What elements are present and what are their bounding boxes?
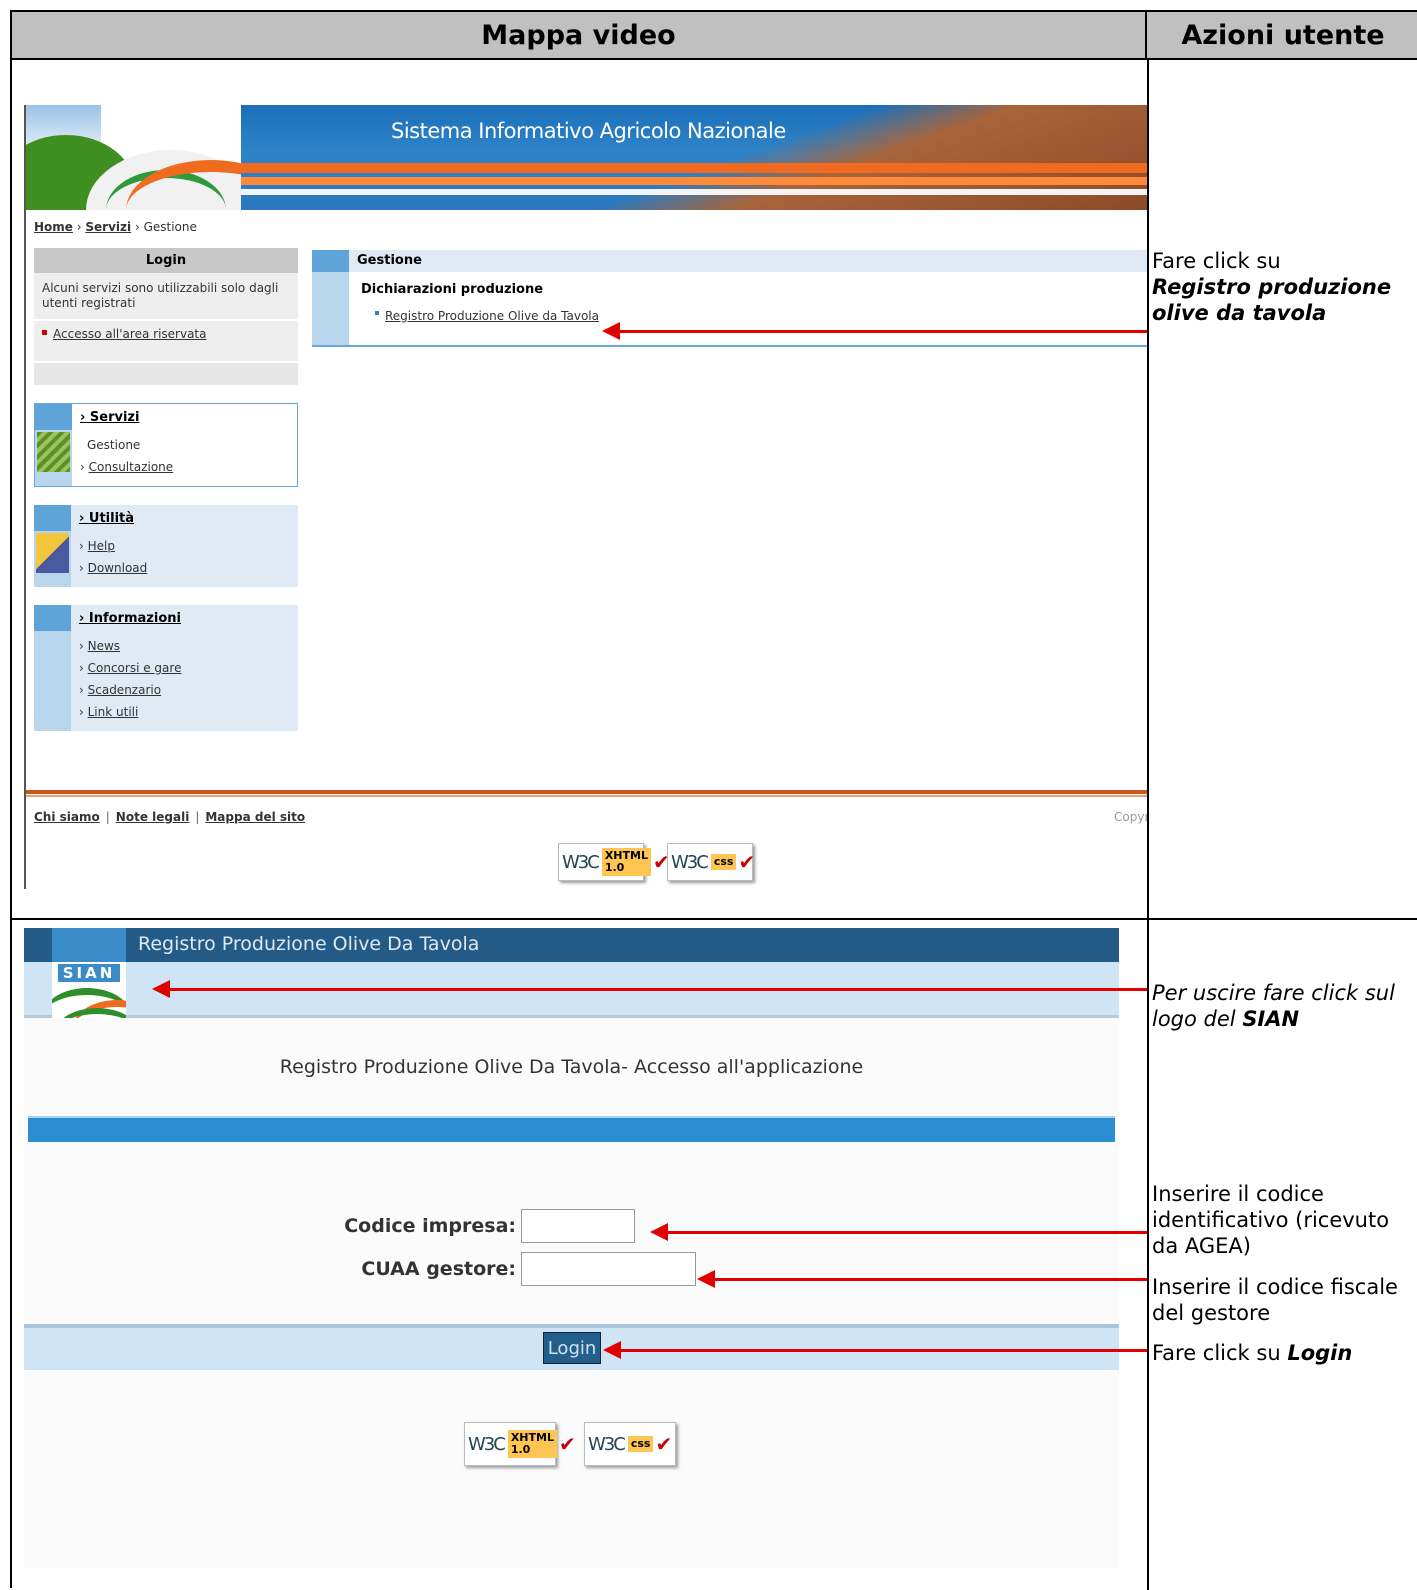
- bullet-icon: [42, 330, 47, 335]
- note-uscita: Per uscire fare click sul logo del SIAN: [1152, 981, 1395, 1031]
- codice-impresa-input[interactable]: [521, 1209, 635, 1243]
- codice-impresa-label: Codice impresa:: [344, 1215, 516, 1237]
- arrow-to-login-button: [603, 1341, 1147, 1359]
- arrow-to-registro-link: [602, 322, 1147, 340]
- note-codice-impresa: Inserire il codice identificativo (ricev…: [1152, 1182, 1390, 1258]
- menu-item-news[interactable]: › News: [79, 635, 181, 657]
- w3c-xhtml-badge[interactable]: W3C XHTML 1.0 ✔: [464, 1422, 576, 1466]
- login-button[interactable]: Login: [543, 1332, 601, 1364]
- breadcrumb: Home › Servizi › Gestione: [34, 220, 197, 234]
- login-box-link-row: Accesso all'area riservata: [34, 319, 298, 361]
- app-title-bar: Registro Produzione Olive Da Tavola: [24, 928, 1119, 962]
- arrow-to-codice-impresa: [650, 1223, 1147, 1241]
- cuaa-gestore-label: CUAA gestore:: [361, 1258, 516, 1280]
- check-icon: ✔: [558, 1432, 576, 1456]
- menu-item-concorsi[interactable]: › Concorsi e gare: [79, 657, 181, 679]
- sian-logo-text: SIAN: [129, 115, 248, 153]
- footer-note-legali[interactable]: Note legali: [116, 810, 190, 824]
- login-page-heading: Registro Produzione Olive Da Tavola- Acc…: [279, 1056, 864, 1078]
- sian-portal-screenshot: SIAN Sistema Informativo Agricolo Nazion…: [24, 105, 1147, 889]
- w3c-css-badge[interactable]: W3C css ✔: [584, 1422, 676, 1466]
- cuaa-gestore-input[interactable]: [521, 1252, 696, 1286]
- note-login: Fare click su Login: [1152, 1341, 1353, 1365]
- row-divider: [12, 918, 1417, 920]
- registro-olive-link[interactable]: Registro Produzione Olive da Tavola: [375, 309, 599, 323]
- footer-mappa-sito[interactable]: Mappa del sito: [205, 810, 305, 824]
- footer-links: Chi siamo | Note legali | Mappa del sito: [34, 810, 306, 824]
- breadcrumb-current: Gestione: [143, 220, 197, 234]
- menu-utilita: › Utilità › Help › Download: [34, 505, 298, 587]
- area-riservata-link[interactable]: Accesso all'area riservata: [53, 327, 206, 341]
- note-registro: Fare click su Registro produzione olive …: [1152, 249, 1392, 325]
- menu-item-help[interactable]: › Help: [79, 535, 147, 557]
- menu-item-gestione: Gestione: [87, 438, 141, 452]
- bullet-icon: [375, 311, 379, 315]
- menu-utilita-title[interactable]: › Utilità: [71, 511, 134, 526]
- menu-informazioni: › Informazioni › News › Concorsi e gare …: [34, 605, 298, 731]
- main-panel-title: Gestione: [357, 253, 422, 268]
- check-icon: ✔: [655, 1432, 673, 1456]
- menu-servizi: › Servizi Gestione › Consultazione: [34, 403, 298, 487]
- header-azioni-utente: Azioni utente: [1147, 12, 1417, 60]
- copyright-text: Copyr: [1114, 810, 1147, 824]
- arrow-to-sian-logo: [152, 980, 1147, 998]
- breadcrumb-home[interactable]: Home: [34, 220, 73, 234]
- check-icon: ✔: [738, 850, 756, 874]
- section-dichiarazioni: Dichiarazioni produzione: [361, 282, 544, 297]
- menu-servizi-title[interactable]: › Servizi: [72, 410, 139, 425]
- menu-item-link-utili[interactable]: › Link utili: [79, 701, 181, 723]
- banner-title: Sistema Informativo Agricolo Nazionale: [391, 119, 786, 143]
- login-app-screenshot: Registro Produzione Olive Da Tavola SIAN…: [24, 928, 1119, 1568]
- utilita-image-icon: [36, 533, 69, 573]
- column-divider: [1147, 60, 1149, 1590]
- menu-item-scadenzario[interactable]: › Scadenzario: [79, 679, 181, 701]
- menu-item-consultazione[interactable]: › Consultazione: [80, 456, 173, 478]
- login-box-text: Alcuni servizi sono utilizzabili solo da…: [42, 281, 279, 310]
- servizi-image-icon: [37, 432, 70, 472]
- sian-logo-button[interactable]: SIAN: [52, 962, 126, 1018]
- sian-banner: SIAN Sistema Informativo Agricolo Nazion…: [26, 105, 1147, 210]
- sidebar: Login Alcuni servizi sono utilizzabili s…: [34, 248, 298, 731]
- blue-separator: [28, 1116, 1115, 1142]
- w3c-xhtml-badge[interactable]: W3C XHTML 1.0 ✔: [558, 843, 670, 881]
- breadcrumb-servizi[interactable]: Servizi: [85, 220, 131, 234]
- w3c-css-badge[interactable]: W3C css ✔: [667, 843, 756, 881]
- login-box: Login Alcuni servizi sono utilizzabili s…: [34, 248, 298, 385]
- footer-chi-siamo[interactable]: Chi siamo: [34, 810, 100, 824]
- note-cuaa: Inserire il codice fiscale del gestore: [1152, 1275, 1398, 1325]
- login-box-title: Login: [34, 248, 298, 273]
- menu-item-download[interactable]: › Download: [79, 557, 147, 579]
- header-mappa-video: Mappa video: [12, 12, 1147, 60]
- menu-informazioni-title[interactable]: › Informazioni: [71, 611, 181, 626]
- arrow-to-cuaa-gestore: [697, 1270, 1147, 1288]
- app-title: Registro Produzione Olive Da Tavola: [138, 933, 480, 955]
